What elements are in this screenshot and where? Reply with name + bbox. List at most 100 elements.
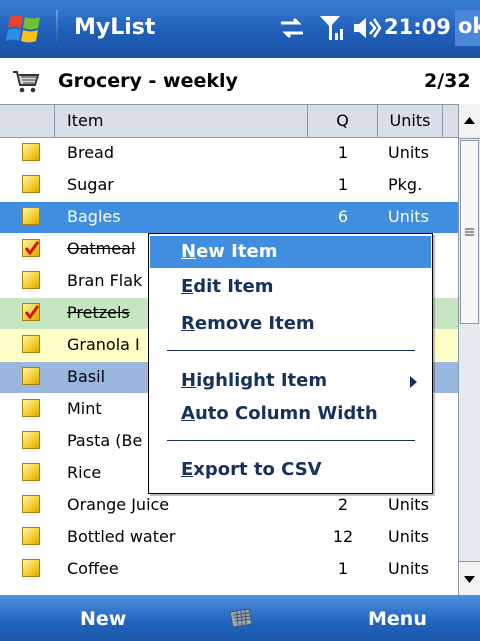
item-name: Sugar <box>67 175 114 194</box>
menu-item-accelerator: N <box>181 241 197 262</box>
item-quantity: 6 <box>337 207 349 226</box>
menu-item-new-item[interactable]: New Item <box>150 236 431 268</box>
column-header-check[interactable] <box>0 105 55 137</box>
item-quantity: 2 <box>337 495 349 514</box>
menu-item-accelerator: A <box>181 403 195 424</box>
column-header-spacer <box>443 105 458 137</box>
softkey-new[interactable]: New <box>80 608 126 630</box>
signal-icon[interactable] <box>318 13 344 43</box>
list-count: 2/32 <box>424 70 471 92</box>
menu-item-accelerator: H <box>181 370 197 391</box>
list-name[interactable]: Grocery - weekly <box>58 70 238 92</box>
checkbox[interactable] <box>22 559 40 577</box>
item-name: Bran Flak <box>67 271 143 290</box>
item-name: Coffee <box>67 559 119 578</box>
item-quantity: 1 <box>337 559 349 578</box>
table-row[interactable]: Orange Juice 2 Units <box>0 490 458 521</box>
checkbox-checked[interactable] <box>22 239 40 257</box>
menu-item-label: ew Item <box>196 241 278 262</box>
item-name: Oatmeal <box>67 239 136 258</box>
scroll-thumb[interactable] <box>460 140 479 324</box>
item-units: Units <box>388 143 429 162</box>
title-bar: MyList 21:09 ok <box>0 0 480 58</box>
menu-item-highlight-item[interactable]: Highlight Item <box>150 365 431 397</box>
checkmark-icon <box>24 305 40 320</box>
item-units: Pkg. <box>388 175 423 194</box>
item-quantity: 12 <box>332 527 354 546</box>
item-name: Mint <box>67 399 102 418</box>
table-row[interactable]: Bottled water 12 Units <box>0 522 458 553</box>
menu-separator <box>167 350 415 351</box>
item-units: Units <box>388 495 429 514</box>
grip-icon <box>465 228 474 236</box>
menu-item-export-csv[interactable]: Export to CSV <box>150 454 431 486</box>
vertical-scrollbar[interactable] <box>458 104 480 596</box>
keyboard-icon[interactable] <box>227 606 255 630</box>
ok-button[interactable]: ok <box>455 10 480 46</box>
item-name: Bagles <box>67 207 121 226</box>
up-arrow-icon <box>464 117 475 124</box>
item-name: Pretzels <box>67 303 130 322</box>
item-name: Granola I <box>67 335 140 354</box>
column-header-item[interactable]: Item <box>55 105 308 137</box>
volume-icon[interactable] <box>352 15 382 41</box>
checkbox[interactable] <box>22 399 40 417</box>
submenu-arrow-icon <box>410 376 417 388</box>
softkey-bar: New Menu <box>0 595 480 641</box>
checkbox[interactable] <box>22 431 40 449</box>
menu-item-auto-column-width[interactable]: Auto Column Width <box>150 398 431 430</box>
checkbox-checked[interactable] <box>22 303 40 321</box>
checkbox[interactable] <box>22 175 40 193</box>
menu-item-label: dit Item <box>193 276 274 297</box>
clock[interactable]: 21:09 <box>384 15 451 39</box>
table-row[interactable]: Sugar 1 Pkg. <box>0 170 458 201</box>
app-title: MyList <box>74 15 156 40</box>
item-name: Pasta (Be <box>67 431 143 450</box>
item-quantity: 1 <box>337 143 349 162</box>
softkey-menu[interactable]: Menu <box>368 608 427 630</box>
item-quantity: 1 <box>337 175 349 194</box>
item-name: Basil <box>67 367 106 386</box>
checkbox[interactable] <box>22 207 40 225</box>
menu-item-remove-item[interactable]: Remove Item <box>150 308 431 340</box>
checkmark-icon <box>24 241 40 256</box>
cart-icon <box>13 71 40 93</box>
checkbox[interactable] <box>22 495 40 513</box>
table-row[interactable]: Coffee 1 Units <box>0 554 458 585</box>
checkbox[interactable] <box>22 463 40 481</box>
scroll-down-button[interactable] <box>459 561 480 596</box>
menu-item-accelerator: R <box>181 313 195 334</box>
checkbox[interactable] <box>22 271 40 289</box>
menu-item-label: xport to CSV <box>193 459 322 480</box>
menu-separator <box>167 440 415 441</box>
item-name: Bread <box>67 143 115 162</box>
column-header-quantity[interactable]: Q <box>308 105 378 137</box>
checkbox[interactable] <box>22 527 40 545</box>
item-units: Units <box>388 207 429 226</box>
menu-item-label: uto Column Width <box>194 403 378 424</box>
menu-item-accelerator: E <box>181 276 194 297</box>
item-units: Units <box>388 527 429 546</box>
column-header: Item Q Units <box>0 104 458 138</box>
column-header-units[interactable]: Units <box>378 105 443 137</box>
item-name: Rice <box>67 463 102 482</box>
scroll-up-button[interactable] <box>459 104 480 139</box>
item-name: Orange Juice <box>67 495 170 514</box>
windows-flag-icon[interactable] <box>6 9 46 49</box>
list-header: Grocery - weekly 2/32 <box>0 58 480 104</box>
checkbox[interactable] <box>22 143 40 161</box>
menu-item-edit-item[interactable]: Edit Item <box>150 271 431 303</box>
context-menu: New Item Edit Item Remove Item Highlight… <box>148 233 433 494</box>
menu-item-label: ighlight Item <box>196 370 328 391</box>
table-row[interactable]: Bagles 6 Units <box>0 202 458 233</box>
title-separator <box>56 10 58 48</box>
item-units: Units <box>388 559 429 578</box>
checkbox[interactable] <box>22 367 40 385</box>
sync-icon[interactable] <box>278 14 306 42</box>
menu-item-label: emove Item <box>194 313 315 334</box>
menu-item-accelerator: E <box>181 459 194 480</box>
checkbox[interactable] <box>22 335 40 353</box>
table-row[interactable]: Bread 1 Units <box>0 138 458 169</box>
down-arrow-icon <box>464 576 475 583</box>
item-name: Bottled water <box>67 527 176 546</box>
